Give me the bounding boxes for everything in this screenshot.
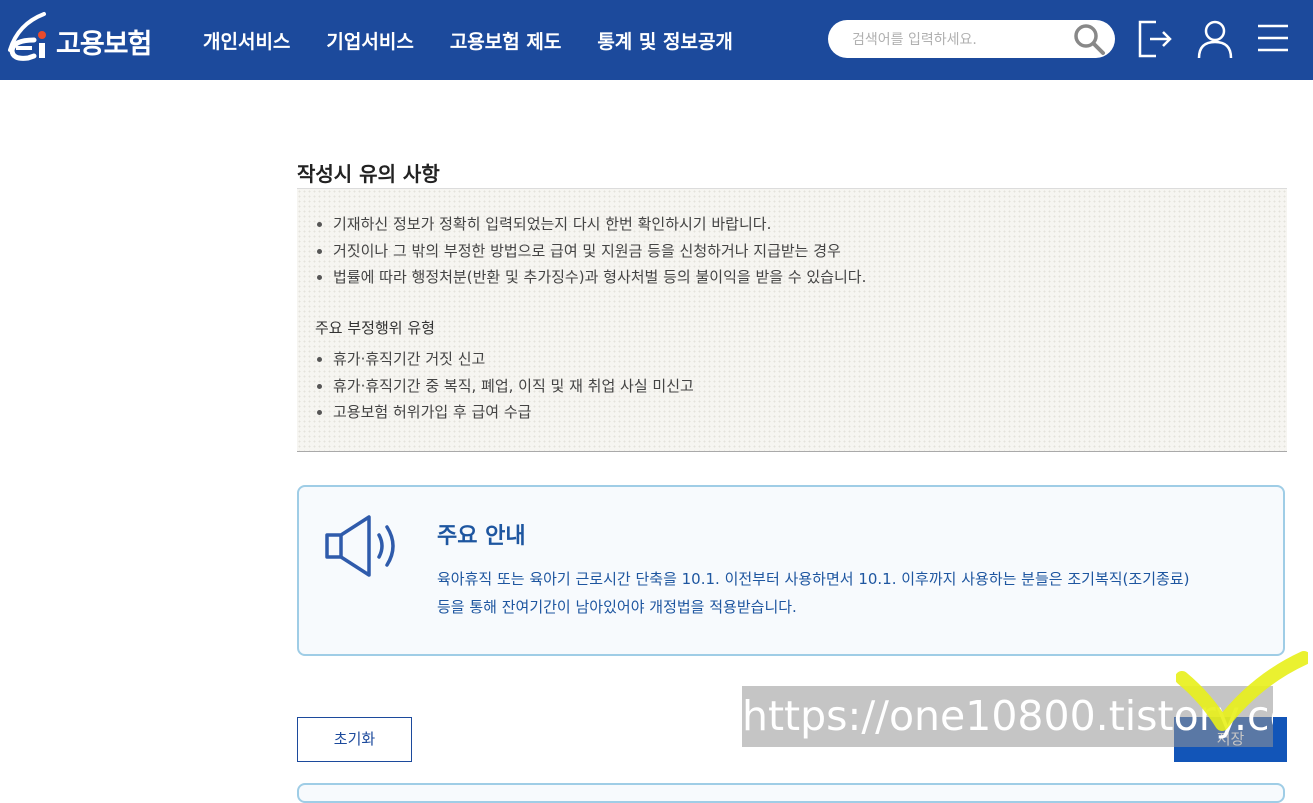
list-item: 거짓이나 그 밖의 부정한 방법으로 급여 및 지원금 등을 신청하거나 지급받… (315, 238, 866, 265)
main-nav: 개인서비스 기업서비스 고용보험 제도 통계 및 정보공개 (203, 27, 769, 54)
nav-personal-services[interactable]: 개인서비스 (203, 27, 290, 54)
fraud-types-heading: 주요 부정행위 유형 (315, 319, 435, 337)
list-item: 휴가·휴직기간 거짓 신고 (315, 346, 694, 373)
notes-box: 기재하신 정보가 정확히 입력되었는지 다시 한번 확인하시기 바랍니다. 거짓… (297, 188, 1287, 452)
notice-title: 주요 안내 (437, 524, 526, 549)
list-item: 법률에 따라 행정처분(반환 및 추가징수)과 형사처벌 등의 불이익을 받을 … (315, 264, 866, 291)
logout-icon[interactable] (1136, 18, 1176, 60)
notice-box: 주요 안내 육아휴직 또는 육아기 근로시간 단축을 10.1. 이전부터 사용… (297, 485, 1285, 656)
nav-business-services[interactable]: 기업서비스 (326, 27, 413, 54)
list-item: 고용보험 허위가입 후 급여 수급 (315, 399, 694, 426)
search-input[interactable] (850, 20, 1074, 58)
list-item: 휴가·휴직기간 중 복직, 폐업, 이직 및 재 취업 사실 미신고 (315, 373, 694, 400)
search-icon[interactable] (1072, 22, 1106, 56)
notes-title: 작성시 유의 사항 (297, 162, 440, 186)
highlight-check-mark (1176, 651, 1308, 731)
notice-text: 육아휴직 또는 육아기 근로시간 단축을 10.1. 이전부터 사용하면서 10… (437, 565, 1257, 621)
logo-ei-icon (8, 12, 46, 61)
reset-button[interactable]: 초기화 (297, 717, 412, 762)
notice-line: 등을 통해 잔여기간이 남아있어야 개정법을 적용받습니다. (437, 598, 797, 616)
nav-statistics[interactable]: 통계 및 정보공개 (597, 27, 733, 54)
notes-list: 기재하신 정보가 정확히 입력되었는지 다시 한번 확인하시기 바랍니다. 거짓… (315, 211, 866, 291)
nav-insurance-system[interactable]: 고용보험 제도 (450, 27, 562, 54)
speaker-icon (325, 515, 395, 577)
menu-icon[interactable] (1254, 18, 1294, 60)
logo[interactable]: 고용보험 (4, 10, 164, 66)
logo-text: 고용보험 (56, 29, 152, 60)
top-header: 고용보험 개인서비스 기업서비스 고용보험 제도 통계 및 정보공개 (0, 0, 1313, 80)
user-icon[interactable] (1195, 18, 1235, 60)
list-item: 기재하신 정보가 정확히 입력되었는지 다시 한번 확인하시기 바랍니다. (315, 211, 866, 238)
next-section-box (297, 783, 1285, 803)
fraud-types-list: 휴가·휴직기간 거짓 신고 휴가·휴직기간 중 복직, 폐업, 이직 및 재 취… (315, 346, 694, 426)
notice-line: 육아휴직 또는 육아기 근로시간 단축을 10.1. 이전부터 사용하면서 10… (437, 570, 1190, 588)
